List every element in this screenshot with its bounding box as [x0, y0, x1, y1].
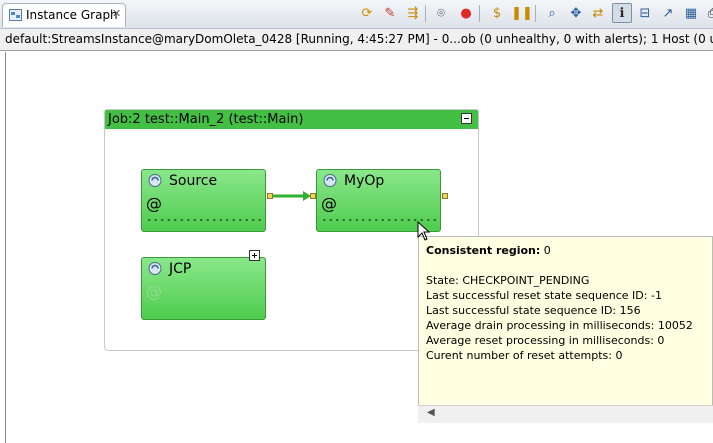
- tooltip-horizontal-scrollbar[interactable]: ◀: [418, 405, 713, 423]
- job-title: Job:2 test::Main_2 (test::Main): [108, 112, 304, 127]
- operator-icon: [148, 174, 162, 187]
- operator-host-marker: @: [321, 194, 337, 213]
- operator-label: JCP: [169, 261, 192, 277]
- tooltip-line: Curent number of reset attempts: 0: [426, 349, 623, 362]
- reroute-button[interactable]: ⇶: [403, 3, 423, 23]
- job-header[interactable]: Job:2 test::Main_2 (test::Main): [105, 110, 478, 129]
- tooltip-line: Last successful state sequence ID: 156: [426, 304, 641, 317]
- grid-button[interactable]: ▦: [681, 3, 701, 23]
- instance-graph-icon: [9, 9, 22, 21]
- stop-button[interactable]: ●: [456, 3, 476, 23]
- operator-icon: [148, 262, 162, 275]
- tooltip-line: Average reset processing in milliseconds…: [426, 334, 665, 347]
- tab-title: Instance Graph: [26, 8, 118, 22]
- tooltip-region-value: 0: [540, 244, 551, 257]
- instance-graph-tab[interactable]: Instance Graph ✕: [2, 3, 126, 27]
- toolbar-separator: [535, 5, 536, 22]
- fit-button[interactable]: ✥: [566, 3, 586, 23]
- view-tab-bar: Instance Graph ✕ ⟳✎⇶ ⌾● $❚❚ ⌕✥⇄ℹ⊟↗▦⎙: [0, 0, 713, 29]
- collapse-all-button[interactable]: ⊟: [635, 3, 655, 23]
- scroll-left-icon[interactable]: ◀: [427, 407, 435, 418]
- info-button[interactable]: ℹ: [612, 3, 632, 23]
- mouse-cursor-icon: [417, 221, 431, 241]
- tooltip-line: Average drain processing in milliseconds…: [426, 319, 693, 332]
- operator-source[interactable]: Source @: [141, 169, 266, 232]
- export-button[interactable]: ↗: [658, 3, 678, 23]
- output-port[interactable]: [442, 193, 448, 199]
- operator-host-marker: @: [146, 282, 162, 301]
- operator-metrics-bar: [146, 218, 261, 222]
- pause-button[interactable]: ❚❚: [511, 3, 533, 23]
- collapse-icon[interactable]: [461, 113, 472, 124]
- zoom-button[interactable]: ⌕: [542, 3, 562, 23]
- close-icon[interactable]: ✕: [112, 7, 121, 20]
- expand-icon[interactable]: [249, 250, 260, 261]
- operator-icon: [323, 174, 337, 187]
- toolbar-separator: [425, 5, 426, 22]
- print-button[interactable]: ⎙: [703, 3, 713, 23]
- tooltip-line: State: CHECKPOINT_PENDING: [426, 274, 590, 287]
- layout-button[interactable]: ⟳: [357, 3, 377, 23]
- operator-host-marker: @: [146, 194, 162, 213]
- consistent-region-tooltip: Consistent region: 0 State: CHECKPOINT_P…: [418, 236, 713, 423]
- tooltip-region-label: Consistent region:: [426, 244, 541, 257]
- tooltip-region-line: Consistent region: 0: [426, 244, 551, 257]
- operator-label: MyOp: [344, 173, 385, 189]
- cost-button[interactable]: $: [487, 3, 507, 23]
- edit-button[interactable]: ✎: [380, 3, 400, 23]
- tooltip-line: Last successful reset state sequence ID:…: [426, 289, 662, 302]
- toolbar-separator: [479, 5, 480, 22]
- instance-status-line: default:StreamsInstance@maryDomOleta_042…: [0, 29, 713, 51]
- operator-jcp[interactable]: JCP @: [141, 257, 266, 320]
- stream-link[interactable]: [273, 191, 313, 201]
- snapshot-button[interactable]: ⌾: [431, 3, 451, 23]
- operator-label: Source: [169, 173, 218, 189]
- refresh-button[interactable]: ⇄: [588, 3, 608, 23]
